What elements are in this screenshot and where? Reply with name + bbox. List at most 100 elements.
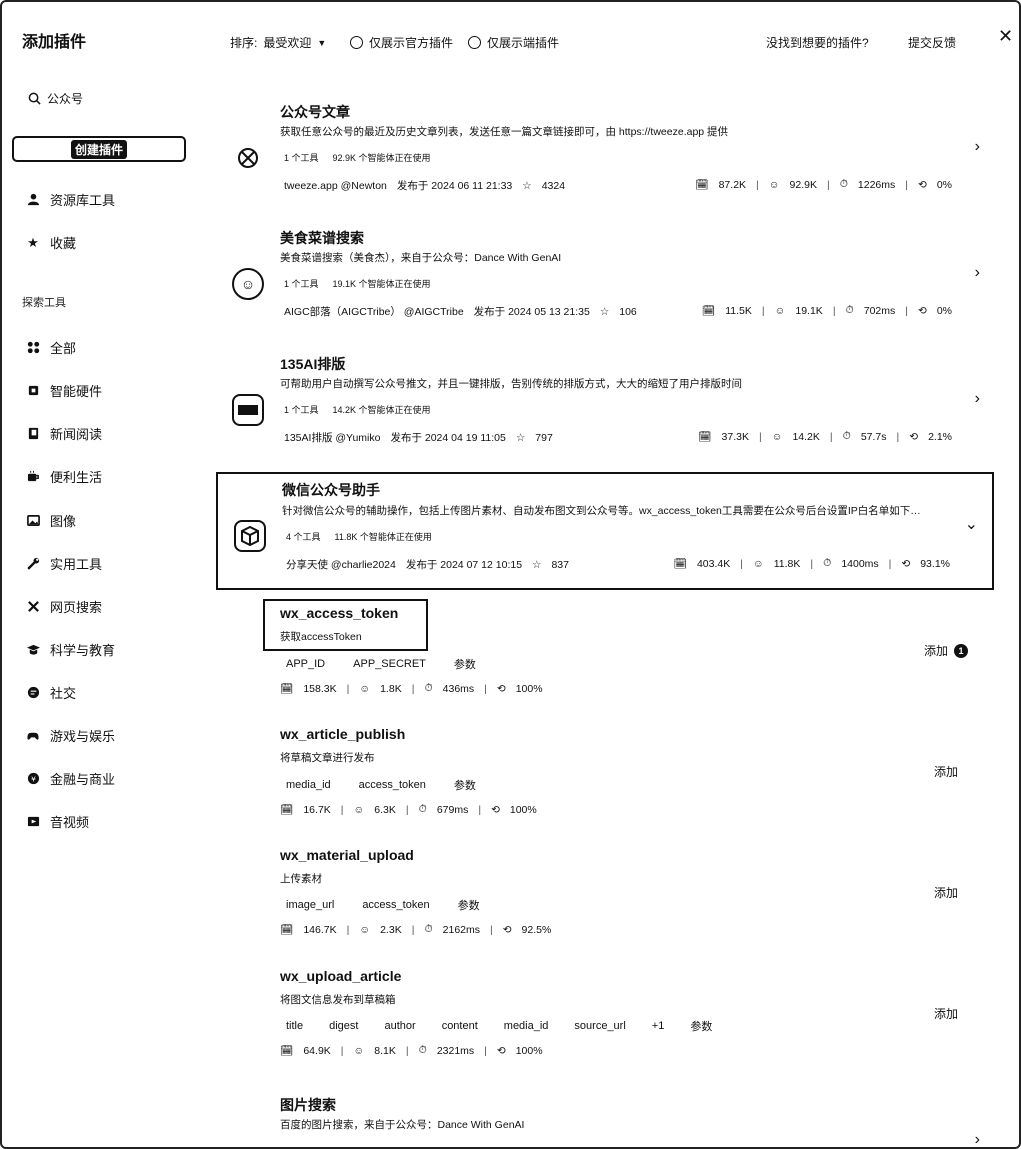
chat-icon xyxy=(26,686,40,700)
param-label: 参数 xyxy=(453,659,476,671)
rate-icon: ⟲ xyxy=(496,682,506,695)
sidebar-item-news[interactable]: 新闻阅读 xyxy=(26,424,102,443)
plugin-desc: 针对微信公众号的辅助操作，包括上传图片素材、自动发布图文到公众号等。wx_acc… xyxy=(282,505,921,517)
param: media_id xyxy=(286,779,331,791)
param: access_token xyxy=(358,779,426,791)
calendar-icon: 🗓 xyxy=(701,305,716,317)
stars: 837 xyxy=(551,558,569,571)
stat-calls: 403.4K xyxy=(696,557,731,570)
stat-rate: 100% xyxy=(509,803,537,816)
tool-count: 4 个工具 xyxy=(286,532,321,542)
add-tool-button[interactable]: 添加 1 xyxy=(924,642,969,659)
param: content xyxy=(441,1020,478,1032)
sidebar-item-all[interactable]: 全部 xyxy=(26,338,76,357)
stat-calls: 64.9K xyxy=(303,1044,331,1057)
add-tool-button[interactable]: 添加 xyxy=(934,1005,958,1022)
plugin-desc: 美食菜谱搜索（美食杰），来自于公众号：Dance With GenAI xyxy=(280,252,562,264)
tool-name: wx_article_publish xyxy=(280,726,406,742)
sidebar-item-websearch[interactable]: 网页搜索 xyxy=(26,597,102,616)
add-tool-button[interactable]: 添加 xyxy=(934,884,958,901)
search-input[interactable]: 公众号 xyxy=(28,90,83,107)
chip-icon xyxy=(26,384,40,398)
sidebar-item-education[interactable]: 科学与教育 xyxy=(26,640,115,659)
chevron-right-icon[interactable]: › xyxy=(975,1131,980,1147)
tool-stats: 🗓 158.3K | ☺ 1.8K | ⏱ 436ms | ⟲ 100% xyxy=(280,682,543,695)
tool-row: wx_material_upload 上传素材 image_url access… xyxy=(264,844,984,944)
feedback-link[interactable]: 提交反馈 xyxy=(908,34,956,51)
caret-down-icon: ▼ xyxy=(317,37,327,48)
plugin-logo xyxy=(232,142,264,174)
tool-name: wx_material_upload xyxy=(280,847,414,863)
sidebar-item-label: 便利生活 xyxy=(50,470,103,485)
grid-icon xyxy=(26,341,40,355)
published: 发布于 2024 07 12 10:15 xyxy=(405,559,523,571)
filter-local[interactable]: 仅展示端插件 xyxy=(468,34,559,51)
agent-icon: ☺ xyxy=(353,803,365,816)
clock-icon: ⏱ xyxy=(418,803,427,815)
calendar-icon: 🗓 xyxy=(280,924,294,936)
stat-calls: 11.5K xyxy=(725,304,752,317)
rate-icon: ⟲ xyxy=(918,178,927,191)
sidebar-item-social[interactable]: 社交 xyxy=(26,683,76,702)
param: image_url xyxy=(286,899,335,911)
calendar-icon: 🗓 xyxy=(698,431,712,443)
add-tool-button[interactable]: 添加 xyxy=(934,763,958,780)
published: 发布于 2024 06 11 21:33 xyxy=(396,180,513,192)
add-plugin-dialog: 添加插件 公众号 创建插件 资源库工具 ★ 收藏 探索工具 全部 智能硬件 新闻… xyxy=(0,0,1021,1149)
rate-icon: ⟲ xyxy=(918,304,927,317)
param-more[interactable]: +1 xyxy=(652,1020,665,1032)
chevron-right-icon[interactable]: › xyxy=(975,264,980,282)
chevron-right-icon[interactable]: › xyxy=(975,138,980,156)
sort-dropdown[interactable]: 排序: 最受欢迎 ▼ xyxy=(230,34,326,51)
agent-icon: ☺ xyxy=(359,682,371,695)
plugin-card[interactable]: 公众号文章 获取任意公众号的最近及历史文章列表，发送任意一篇文章链接即可，由 h… xyxy=(216,98,994,198)
plugin-desc: 可帮助用户自动撰写公众号推文，并且一键排版，告别传统的排版方式，大大的缩短了用户… xyxy=(280,378,742,390)
star-icon: ★ xyxy=(27,234,39,250)
tool-desc: 获取accessToken xyxy=(280,631,362,643)
filter-official[interactable]: 仅展示官方插件 xyxy=(350,34,453,51)
plugin-card[interactable]: ☺ 美食菜谱搜索 美食菜谱搜索（美食杰），来自于公众号：Dance With G… xyxy=(216,224,994,324)
tool-row: wx_upload_article 将图文信息发布到草稿箱 title dige… xyxy=(264,965,984,1065)
sidebar-item-library[interactable]: 资源库工具 xyxy=(26,190,115,209)
sidebar-item-games[interactable]: 游戏与娱乐 xyxy=(26,726,115,745)
clock-icon: ⏱ xyxy=(845,304,854,316)
sidebar-item-image[interactable]: 图像 xyxy=(26,511,76,530)
rate-icon: ⟲ xyxy=(491,803,500,816)
param-label: 参数 xyxy=(690,1021,713,1033)
create-plugin-button[interactable]: 创建插件 xyxy=(12,136,186,162)
plugin-card[interactable]: 图片搜索 百度的图片搜索，来自于公众号：Dance With GenAI › xyxy=(216,1091,994,1147)
sidebar-item-label: 游戏与娱乐 xyxy=(50,729,116,744)
add-label: 添加 xyxy=(934,886,959,900)
stat-agents: 2.3K xyxy=(380,923,402,936)
plugin-card[interactable]: 135AI排版 可帮助用户自动撰写公众号推文，并且一键排版，告别传统的排版方式，… xyxy=(216,350,994,450)
sidebar-item-label: 网页搜索 xyxy=(50,600,103,615)
clock-icon: ⏱ xyxy=(424,682,433,694)
sidebar-item-label: 金融与商业 xyxy=(50,772,116,787)
plugin-stats: 🗓 37.3K | ☺ 14.2K | ⏱ 57.7s | ⟲ 2.1% xyxy=(698,430,952,443)
sidebar-item-life[interactable]: 便利生活 xyxy=(26,467,102,486)
sidebar-item-media[interactable]: 音视频 xyxy=(26,812,89,831)
agent-count: 14.2K 个智能体正在使用 xyxy=(332,405,431,415)
chevron-down-icon[interactable]: ⌄ xyxy=(965,514,978,534)
sidebar-item-hardware[interactable]: 智能硬件 xyxy=(26,381,102,400)
plugin-card-selected[interactable]: 微信公众号助手 针对微信公众号的辅助操作，包括上传图片素材、自动发布图文到公众号… xyxy=(216,472,994,590)
sidebar-item-utilities[interactable]: 实用工具 xyxy=(26,554,102,573)
plugin-name: 微信公众号助手 xyxy=(282,482,380,498)
not-found-link[interactable]: 没找到想要的插件? xyxy=(766,34,869,51)
book-icon xyxy=(26,427,40,441)
stat-rate: 0% xyxy=(936,178,952,191)
plugin-logo xyxy=(232,394,264,426)
chevron-right-icon[interactable]: › xyxy=(975,390,980,408)
sort-value: 最受欢迎 xyxy=(263,36,312,50)
plugin-meta: 1 个工具 92.9K 个智能体正在使用 xyxy=(284,151,431,164)
sidebar-item-favorites[interactable]: ★ 收藏 xyxy=(26,233,76,252)
param: title xyxy=(286,1020,304,1032)
stat-latency: 57.7s xyxy=(860,430,887,443)
graduation-icon xyxy=(26,643,40,657)
close-icon[interactable]: ✕ xyxy=(998,26,1013,47)
calendar-icon: 🗓 xyxy=(280,1045,294,1057)
clock-icon: ⏱ xyxy=(424,923,433,935)
stat-rate: 2.1% xyxy=(928,430,952,443)
tool-desc: 将草稿文章进行发布 xyxy=(280,752,375,764)
sidebar-item-finance[interactable]: ¥ 金融与商业 xyxy=(26,769,115,788)
